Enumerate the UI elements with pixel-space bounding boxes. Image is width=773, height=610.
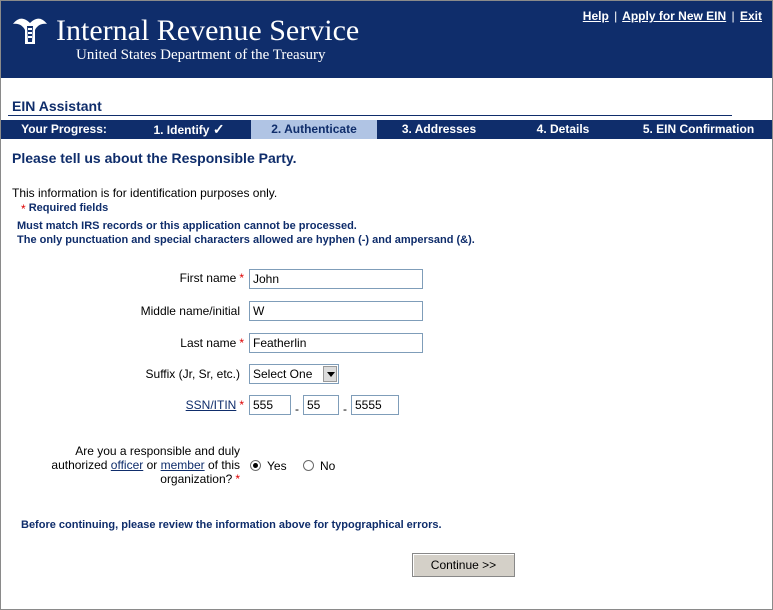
question-text: of this bbox=[207, 458, 240, 472]
suffix-select[interactable]: Select One bbox=[249, 364, 339, 384]
punctuation-note: The only punctuation and special charact… bbox=[17, 234, 475, 246]
question-text: organization? bbox=[160, 472, 233, 486]
required-star: * bbox=[235, 472, 240, 486]
progress-step-authenticate: 2. Authenticate bbox=[251, 120, 377, 139]
irs-subtitle: United States Department of the Treasury bbox=[76, 47, 326, 63]
progress-step-identify: 1. Identify ✓ bbox=[127, 120, 251, 139]
ssn-itin-link[interactable]: SSN/ITIN bbox=[186, 398, 237, 412]
required-note: * Required fields bbox=[21, 202, 108, 216]
apply-new-ein-link[interactable]: Apply for New EIN bbox=[622, 9, 726, 23]
no-label: No bbox=[320, 459, 336, 473]
top-links: Help | Apply for New EIN | Exit bbox=[583, 9, 762, 23]
middle-name-label: Middle name/initial bbox=[140, 304, 240, 318]
help-link[interactable]: Help bbox=[583, 9, 609, 23]
title-divider bbox=[8, 115, 732, 116]
required-star: * bbox=[21, 202, 26, 216]
review-note: Before continuing, please review the inf… bbox=[21, 519, 442, 531]
page-heading: Please tell us about the Responsible Par… bbox=[12, 150, 297, 166]
progress-step-label: 1. Identify bbox=[153, 123, 210, 137]
question-line-1: Are you a responsible and duly bbox=[75, 444, 240, 458]
last-name-label-text: Last name bbox=[180, 336, 237, 350]
ssn-dash: - bbox=[343, 402, 347, 416]
middle-name-input[interactable] bbox=[249, 301, 423, 321]
last-name-label: Last name * bbox=[130, 336, 244, 350]
suffix-selected-value: Select One bbox=[253, 367, 313, 381]
question-text: or bbox=[146, 458, 158, 472]
first-name-input[interactable] bbox=[249, 269, 423, 289]
first-name-label: First name * bbox=[130, 271, 244, 285]
irs-title: Internal Revenue Service bbox=[56, 14, 360, 47]
last-name-input[interactable] bbox=[249, 333, 423, 353]
link-separator: | bbox=[614, 9, 618, 23]
continue-button[interactable]: Continue >> bbox=[412, 553, 515, 577]
required-star: * bbox=[239, 398, 244, 412]
ssn-part2-input[interactable] bbox=[303, 395, 339, 415]
required-label: Required fields bbox=[28, 202, 109, 214]
progress-step-confirmation: 5. EIN Confirmation bbox=[642, 122, 755, 136]
ssn-label: SSN/ITIN * bbox=[130, 398, 244, 412]
first-name-label-text: First name bbox=[179, 271, 237, 285]
checkmark-icon: ✓ bbox=[212, 121, 225, 137]
app-title: EIN Assistant bbox=[12, 98, 102, 114]
chevron-down-icon bbox=[327, 372, 335, 377]
question-line-2: authorized officer or member of this bbox=[20, 458, 240, 472]
officer-link[interactable]: officer bbox=[111, 458, 143, 472]
dropdown-arrow[interactable] bbox=[323, 366, 337, 382]
progress-step-addresses: 3. Addresses bbox=[401, 122, 477, 136]
progress-label: Your Progress: bbox=[21, 122, 107, 136]
ssn-part1-input[interactable] bbox=[249, 395, 291, 415]
progress-bar: Your Progress: 1. Identify ✓ 2. Authenti… bbox=[1, 120, 772, 139]
progress-step-details: 4. Details bbox=[536, 122, 590, 136]
exit-link[interactable]: Exit bbox=[740, 9, 762, 23]
suffix-label: Suffix (Jr, Sr, etc.) bbox=[145, 367, 240, 381]
yes-radio[interactable] bbox=[250, 460, 261, 471]
required-star: * bbox=[239, 271, 244, 285]
ssn-dash: - bbox=[295, 402, 299, 416]
info-text: This information is for identification p… bbox=[12, 186, 278, 200]
records-note: Must match IRS records or this applicati… bbox=[17, 220, 357, 232]
question-line-3: organization? * bbox=[20, 472, 240, 486]
yes-label: Yes bbox=[267, 459, 287, 473]
required-star: * bbox=[239, 336, 244, 350]
irs-header: Internal Revenue Service United States D… bbox=[1, 1, 772, 78]
irs-eagle-logo-icon bbox=[13, 18, 47, 44]
responsible-question: Are you a responsible and duly authorize… bbox=[20, 444, 240, 486]
link-separator: | bbox=[731, 9, 735, 23]
question-text: authorized bbox=[51, 458, 108, 472]
ssn-part3-input[interactable] bbox=[351, 395, 399, 415]
member-link[interactable]: member bbox=[161, 458, 205, 472]
no-radio[interactable] bbox=[303, 460, 314, 471]
